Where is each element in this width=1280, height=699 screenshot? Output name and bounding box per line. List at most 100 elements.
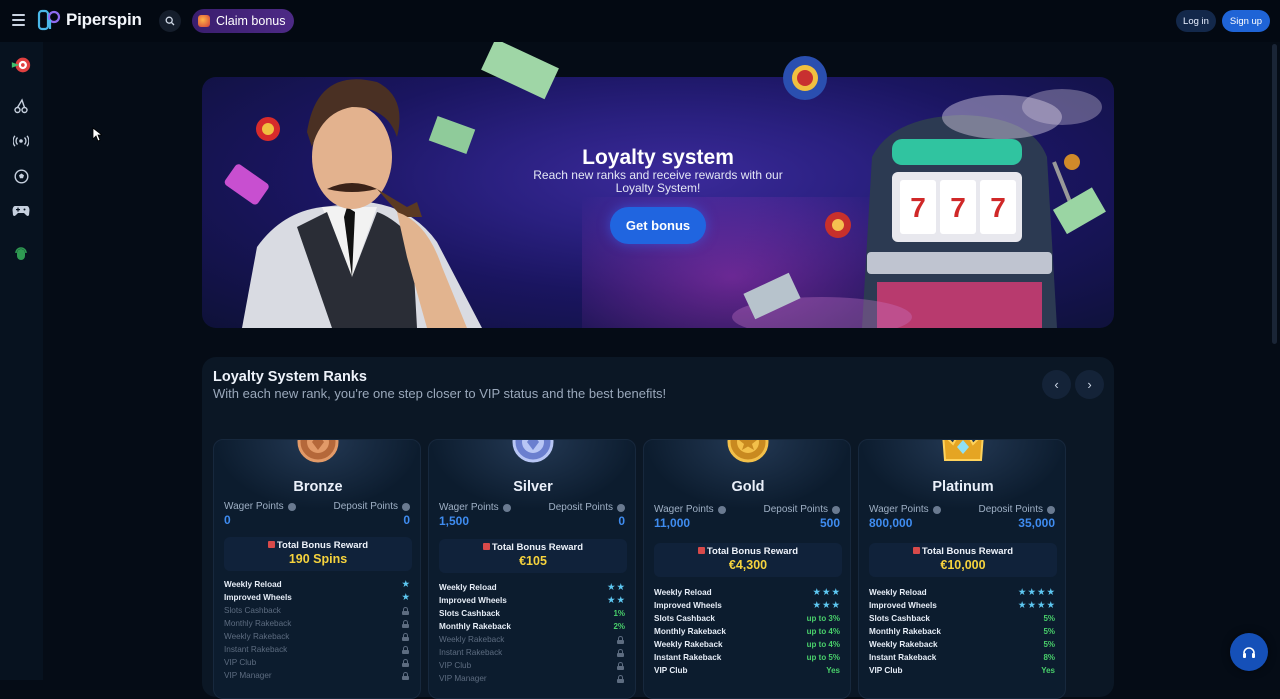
signup-button[interactable]: Sign up bbox=[1222, 10, 1270, 32]
wager-label-text: Wager Points bbox=[869, 504, 929, 515]
deposit-points-value: 35,000 bbox=[1018, 516, 1055, 530]
next-button[interactable]: › bbox=[1075, 370, 1104, 399]
deposit-points-value: 500 bbox=[819, 516, 840, 530]
benefit-name: Slots Cashback bbox=[439, 608, 500, 618]
benefit-value: 5% bbox=[1043, 613, 1055, 623]
casino-icon[interactable] bbox=[10, 54, 32, 76]
lock-icon bbox=[402, 659, 409, 667]
total-bonus-reward-box: Total Bonus Reward €105 bbox=[439, 539, 627, 573]
star-rating-icon: ★★★★ bbox=[1017, 586, 1056, 598]
info-icon[interactable] bbox=[932, 505, 941, 514]
star-rating-icon: ★★★★ bbox=[1017, 599, 1056, 611]
info-icon[interactable] bbox=[287, 502, 296, 511]
gamepad-icon[interactable] bbox=[10, 200, 32, 222]
login-button[interactable]: Log in bbox=[1176, 10, 1216, 32]
lock-icon bbox=[402, 646, 409, 654]
deposit-points-label: Deposit Points bbox=[549, 502, 625, 513]
lock-icon bbox=[617, 674, 624, 683]
benefit-name: Weekly Rakeback bbox=[869, 639, 938, 649]
benefit-row: Instant Rakeback bbox=[224, 644, 412, 657]
hero-subtitle: Reach new ranks and receive rewards with… bbox=[533, 168, 783, 195]
benefits-list: Weekly Reload ★★★★ Improved Wheels ★★★★ Slot… bbox=[869, 587, 1057, 678]
wager-points-value: 11,000 bbox=[654, 516, 691, 530]
brand-name: Piperspin bbox=[66, 10, 142, 29]
info-icon[interactable] bbox=[832, 505, 840, 514]
get-bonus-button[interactable]: Get bonus bbox=[610, 207, 706, 244]
info-icon[interactable] bbox=[717, 505, 726, 514]
benefit-row: Weekly Reload ★★ bbox=[439, 582, 627, 595]
support-chat-button[interactable] bbox=[1230, 633, 1268, 671]
info-icon[interactable] bbox=[617, 503, 625, 512]
benefit-name: VIP Manager bbox=[439, 673, 487, 683]
reward-label-text: Total Bonus Reward bbox=[706, 546, 799, 557]
scrollbar[interactable] bbox=[1272, 44, 1277, 344]
benefit-value: 1% bbox=[613, 608, 625, 618]
mouse-cursor-icon bbox=[92, 127, 102, 142]
deposit-label-text: Deposit Points bbox=[333, 501, 398, 512]
lock-icon bbox=[617, 661, 624, 670]
support-agent-icon[interactable] bbox=[10, 242, 32, 264]
search-button[interactable] bbox=[159, 10, 181, 32]
logo[interactable]: Piperspin bbox=[37, 8, 142, 32]
headset-icon bbox=[1243, 647, 1255, 658]
benefit-name: VIP Club bbox=[869, 665, 903, 675]
benefit-name: Instant Rakeback bbox=[224, 645, 288, 654]
lock-icon bbox=[402, 633, 409, 641]
lock-icon bbox=[617, 648, 624, 657]
benefit-name: Instant Rakeback bbox=[654, 652, 722, 662]
svg-text:7: 7 bbox=[990, 192, 1006, 223]
benefit-name: VIP Club bbox=[224, 658, 257, 667]
benefit-name: Monthly Rakeback bbox=[869, 626, 941, 636]
reward-label-text: Total Bonus Reward bbox=[921, 546, 1014, 557]
benefit-row: Improved Wheels ★★ bbox=[439, 595, 627, 608]
benefit-value: up to 5% bbox=[806, 652, 840, 662]
cherry-icon[interactable] bbox=[10, 95, 32, 117]
total-bonus-reward-box: Total Bonus Reward €4,300 bbox=[654, 543, 842, 577]
info-icon[interactable] bbox=[1047, 505, 1055, 514]
benefit-row: Improved Wheels ★★★★ bbox=[869, 600, 1057, 613]
wager-points-label: Wager Points bbox=[869, 504, 941, 515]
benefit-name: Slots Cashback bbox=[224, 606, 281, 615]
benefit-name: Improved Wheels bbox=[654, 600, 722, 610]
sidebar bbox=[0, 42, 43, 680]
benefit-name: Weekly Rakeback bbox=[224, 632, 290, 641]
reward-label-text: Total Bonus Reward bbox=[276, 540, 369, 551]
benefit-row: Improved Wheels ★ bbox=[224, 592, 412, 605]
benefit-name: Slots Cashback bbox=[654, 613, 715, 623]
previous-button[interactable]: ‹ bbox=[1042, 370, 1071, 399]
benefit-value: 5% bbox=[1043, 639, 1055, 649]
deposit-points-value: 0 bbox=[618, 514, 625, 528]
total-bonus-reward-label: Total Bonus Reward bbox=[654, 546, 842, 557]
benefit-name: Improved Wheels bbox=[439, 595, 507, 605]
total-bonus-reward-label: Total Bonus Reward bbox=[869, 546, 1057, 557]
benefit-row: VIP Club bbox=[439, 660, 627, 673]
lock-icon bbox=[617, 635, 624, 644]
wager-label-text: Wager Points bbox=[439, 502, 499, 513]
benefit-row: Monthly Rakeback 2% bbox=[439, 621, 627, 634]
benefit-value: up to 3% bbox=[806, 613, 840, 623]
benefit-value: up to 4% bbox=[806, 626, 840, 636]
total-bonus-reward-label: Total Bonus Reward bbox=[439, 542, 627, 553]
benefit-row: Weekly Rakeback bbox=[224, 631, 412, 644]
loyalty-ranks-section: Loyalty System Ranks With each new rank,… bbox=[202, 357, 1114, 699]
info-icon[interactable] bbox=[402, 502, 410, 511]
menu-icon[interactable] bbox=[12, 14, 25, 26]
benefit-row: Improved Wheels ★★★ bbox=[654, 600, 842, 613]
benefit-row: Slots Cashback 5% bbox=[869, 613, 1057, 626]
info-icon[interactable] bbox=[502, 503, 511, 512]
benefits-list: Weekly Reload ★★★ Improved Wheels ★★★ Slots … bbox=[654, 587, 842, 678]
sports-ball-icon[interactable] bbox=[10, 165, 32, 187]
benefit-name: Weekly Reload bbox=[654, 587, 712, 597]
rank-badge-icon bbox=[512, 440, 554, 463]
lock-icon bbox=[402, 607, 409, 615]
benefit-name: Slots Cashback bbox=[869, 613, 930, 623]
benefit-name: Instant Rakeback bbox=[869, 652, 937, 662]
benefit-row: Instant Rakeback 8% bbox=[869, 652, 1057, 665]
lock-icon bbox=[402, 620, 409, 628]
deposit-points-label: Deposit Points bbox=[764, 504, 840, 515]
live-icon[interactable] bbox=[10, 130, 32, 152]
claim-bonus-button[interactable]: Claim bonus bbox=[192, 9, 294, 33]
total-bonus-reward-box: Total Bonus Reward €10,000 bbox=[869, 543, 1057, 577]
benefit-row: Monthly Rakeback up to 4% bbox=[654, 626, 842, 639]
wager-label-text: Wager Points bbox=[654, 504, 714, 515]
